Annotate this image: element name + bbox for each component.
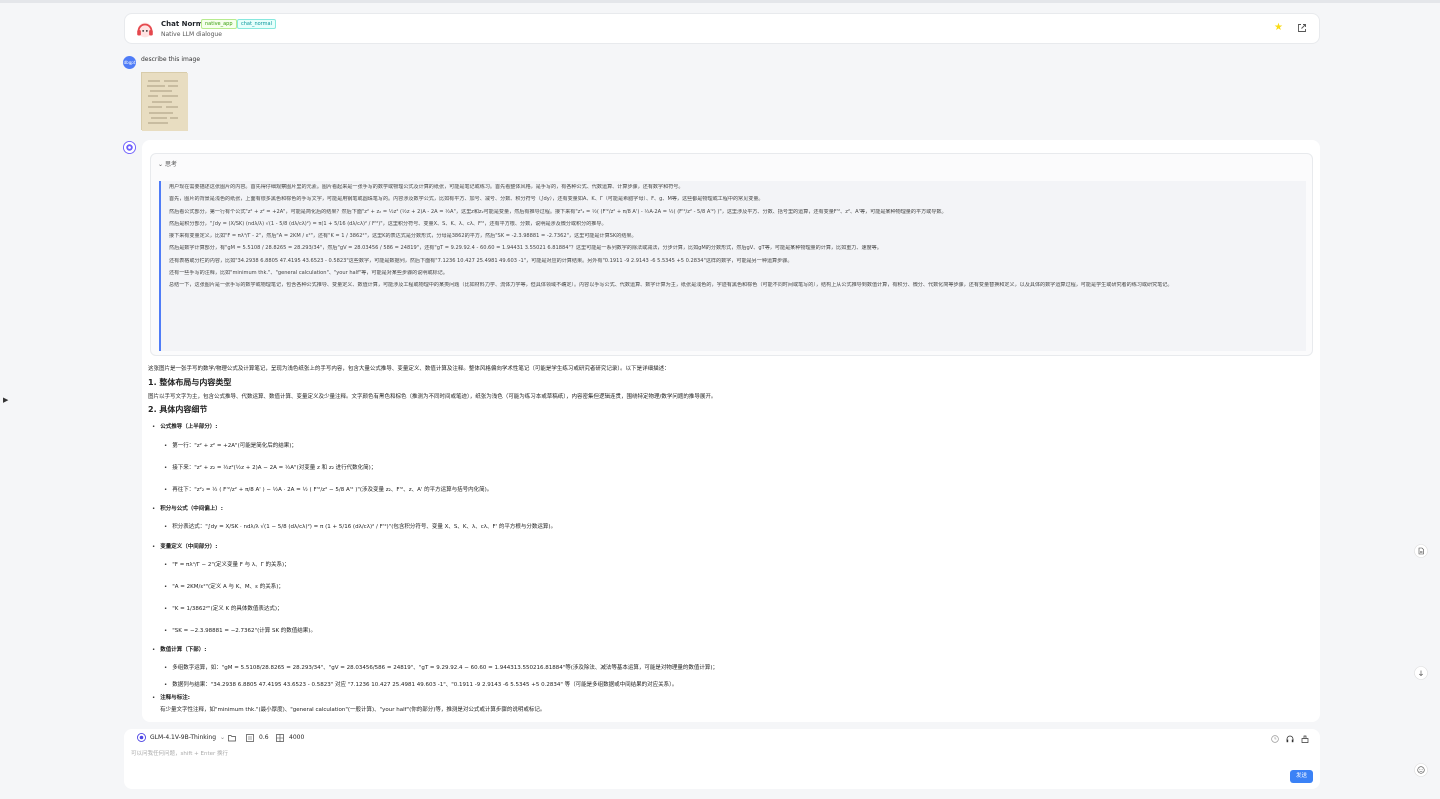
chevron-down-icon: ⌄	[158, 161, 164, 168]
thinking-paragraph: 首先，图片的背景是浅色的纸张，上面有很多黑色和棕色的手写文字，可能是用钢笔或圆珠…	[169, 196, 764, 203]
clock-icon[interactable]	[1271, 735, 1279, 743]
subsection-notes: 注释与标注:	[152, 693, 190, 701]
thinking-paragraph: 然后看公式部分，第一行有个公式"z² + z² = +2A"，可能是简化后的结果…	[169, 208, 947, 215]
chat-header: Chat Normal native_app chat_normal Nativ…	[124, 13, 1320, 44]
user-avatar: dbgpt	[123, 56, 136, 69]
thinking-paragraph: 总结一下，这张图片是一张手写的数学或物理笔记，包含各种公式推导、变量定义、数值计…	[169, 282, 1173, 289]
section-heading-2: 2. 具体内容细节	[148, 405, 208, 414]
list-item: 再往下："z²₂ = ½ ( F'²/z² + π/8 A' ) − ½A · …	[164, 485, 492, 493]
tag-native-app: native_app	[201, 19, 237, 29]
attached-image-thumbnail[interactable]	[141, 72, 188, 131]
model-icon	[137, 733, 146, 742]
model-name: GLM-4.1V-9B-Thinking	[150, 734, 217, 741]
notes-paragraph: 有少量文字性注释，如"minimum thk."(最小厚度)、"general …	[160, 707, 546, 713]
app-subtitle: Native LLM dialogue	[161, 31, 222, 38]
subsection-integral: 积分与公式（中间偏上）:	[152, 504, 223, 512]
message-composer: GLM-4.1V-9B-Thinking ⌄ 0.6 4000 可以问我任何问题…	[124, 729, 1320, 789]
thinking-paragraph: 用户现在需要描述这张图片的内容。首先得仔细观察图片里的元素。图片看起来是一张手写…	[169, 184, 684, 190]
top-border	[0, 0, 1440, 3]
subsection-numeric: 数值计算（下部）:	[152, 645, 206, 653]
thinking-panel: ⌄ 思考 用户现在需要描述这张图片的内容。首先得仔细观察图片里的元素。图片看起来…	[150, 153, 1313, 356]
subsection-variables: 变量定义（中间部分）:	[152, 542, 217, 550]
clear-icon[interactable]	[1301, 735, 1309, 743]
thinking-toggle[interactable]: ⌄ 思考	[158, 159, 177, 168]
thinking-paragraph: 然后是数字计算部分，有"gM = 5.5108 / 28.8265 = 28.2…	[169, 245, 882, 252]
list-item: "SK = −2.3.98881 = −2.7362"(计算 SK 的数值结果)…	[164, 626, 316, 634]
temperature-value[interactable]: 0.6	[259, 734, 269, 741]
app-logo-icon	[137, 22, 153, 38]
assistant-avatar-icon	[123, 141, 136, 154]
section-heading-1: 1. 整体布局与内容类型	[148, 378, 232, 387]
send-button[interactable]: 发送	[1290, 770, 1313, 783]
tag-chat-normal: chat_normal	[237, 19, 276, 29]
sidebar-toggle-icon[interactable]: ▶	[3, 396, 8, 404]
subsection-formula: 公式推导（上半部分）:	[152, 422, 217, 430]
thinking-paragraph: 还有一些手写的注释，比如"minimum thk."、"general calc…	[169, 270, 448, 277]
scroll-down-icon[interactable]	[1414, 666, 1428, 680]
thinking-label: 思考	[164, 161, 177, 168]
list-item: 多组数字运算，如："gM = 5.5108/28.8265 = 28.293/3…	[164, 663, 718, 671]
list-item: 数据列与结果："34.2938 6.8805 47.4195 43.6523 -…	[164, 680, 677, 688]
answer-intro: 这张图片是一张手写的数学/物理公式及计算笔记，呈现为浅色纸张上的手写内容，包含大…	[148, 366, 670, 372]
model-selector[interactable]: GLM-4.1V-9B-Thinking ⌄	[137, 733, 225, 742]
user-message: describe this image	[141, 56, 201, 63]
folder-icon[interactable]	[228, 734, 236, 742]
thinking-paragraph: 然后是积分部分，"∫dy = (X/SK) (ndλ/λ) √(1 - 5/8 …	[169, 220, 607, 227]
message-input[interactable]: 可以问我任何问题，shift + Enter 换行	[131, 749, 228, 757]
share-icon[interactable]	[1297, 23, 1307, 33]
list-item: "F = πλ⁴/Γ − 2"(定义变量 F 与 λ、Γ 的关系)；	[164, 560, 289, 568]
handwritten-notes-image	[142, 73, 188, 131]
max-tokens-value[interactable]: 4000	[289, 734, 304, 741]
section-paragraph-1: 图片以手写文字为主，包含公式推导、代数运算、数值计算、变量定义及少量注释。文字颜…	[148, 394, 717, 400]
temperature-icon[interactable]	[246, 734, 254, 742]
star-icon[interactable]: ★	[1274, 23, 1283, 33]
thinking-paragraph: 接下来有变量定义，比如"F = πλ⁴/Γ - 2"，然后"A = 2KM / …	[169, 233, 637, 240]
thinking-paragraph: 还有表格或分栏的内容，比如"34.2938 6.8805 47.4195 43.…	[169, 257, 793, 264]
headphones-icon[interactable]	[1286, 735, 1294, 743]
list-item: 第一行："z² + z² = +2A"(可能是简化后的结果)；	[164, 441, 297, 449]
max-tokens-icon[interactable]	[276, 734, 284, 742]
thinking-content: 用户现在需要描述这张图片的内容。首先得仔细观察图片里的元素。图片看起来是一张手写…	[159, 181, 1306, 351]
list-item: "A = 2KM/ε²"(定义 A 与 K、M、ε 的关系)；	[164, 582, 284, 590]
document-icon[interactable]	[1414, 544, 1428, 558]
chevron-down-icon: ⌄	[220, 734, 226, 741]
assistant-message: ⌄ 思考 用户现在需要描述这张图片的内容。首先得仔细观察图片里的元素。图片看起来…	[142, 140, 1320, 722]
list-item: "K = 1/3862²"(定义 K 的具体数值表达式)；	[164, 604, 282, 612]
list-item: 接下来："z² + z₂ = ½z²(½z + 2)A − 2A = ½A"(对…	[164, 463, 376, 471]
emoji-icon[interactable]	[1414, 763, 1428, 777]
list-item: 积分表达式："∫dy = X/SK · ndλ/λ √(1 − 5/8 (dλ/…	[164, 522, 556, 530]
